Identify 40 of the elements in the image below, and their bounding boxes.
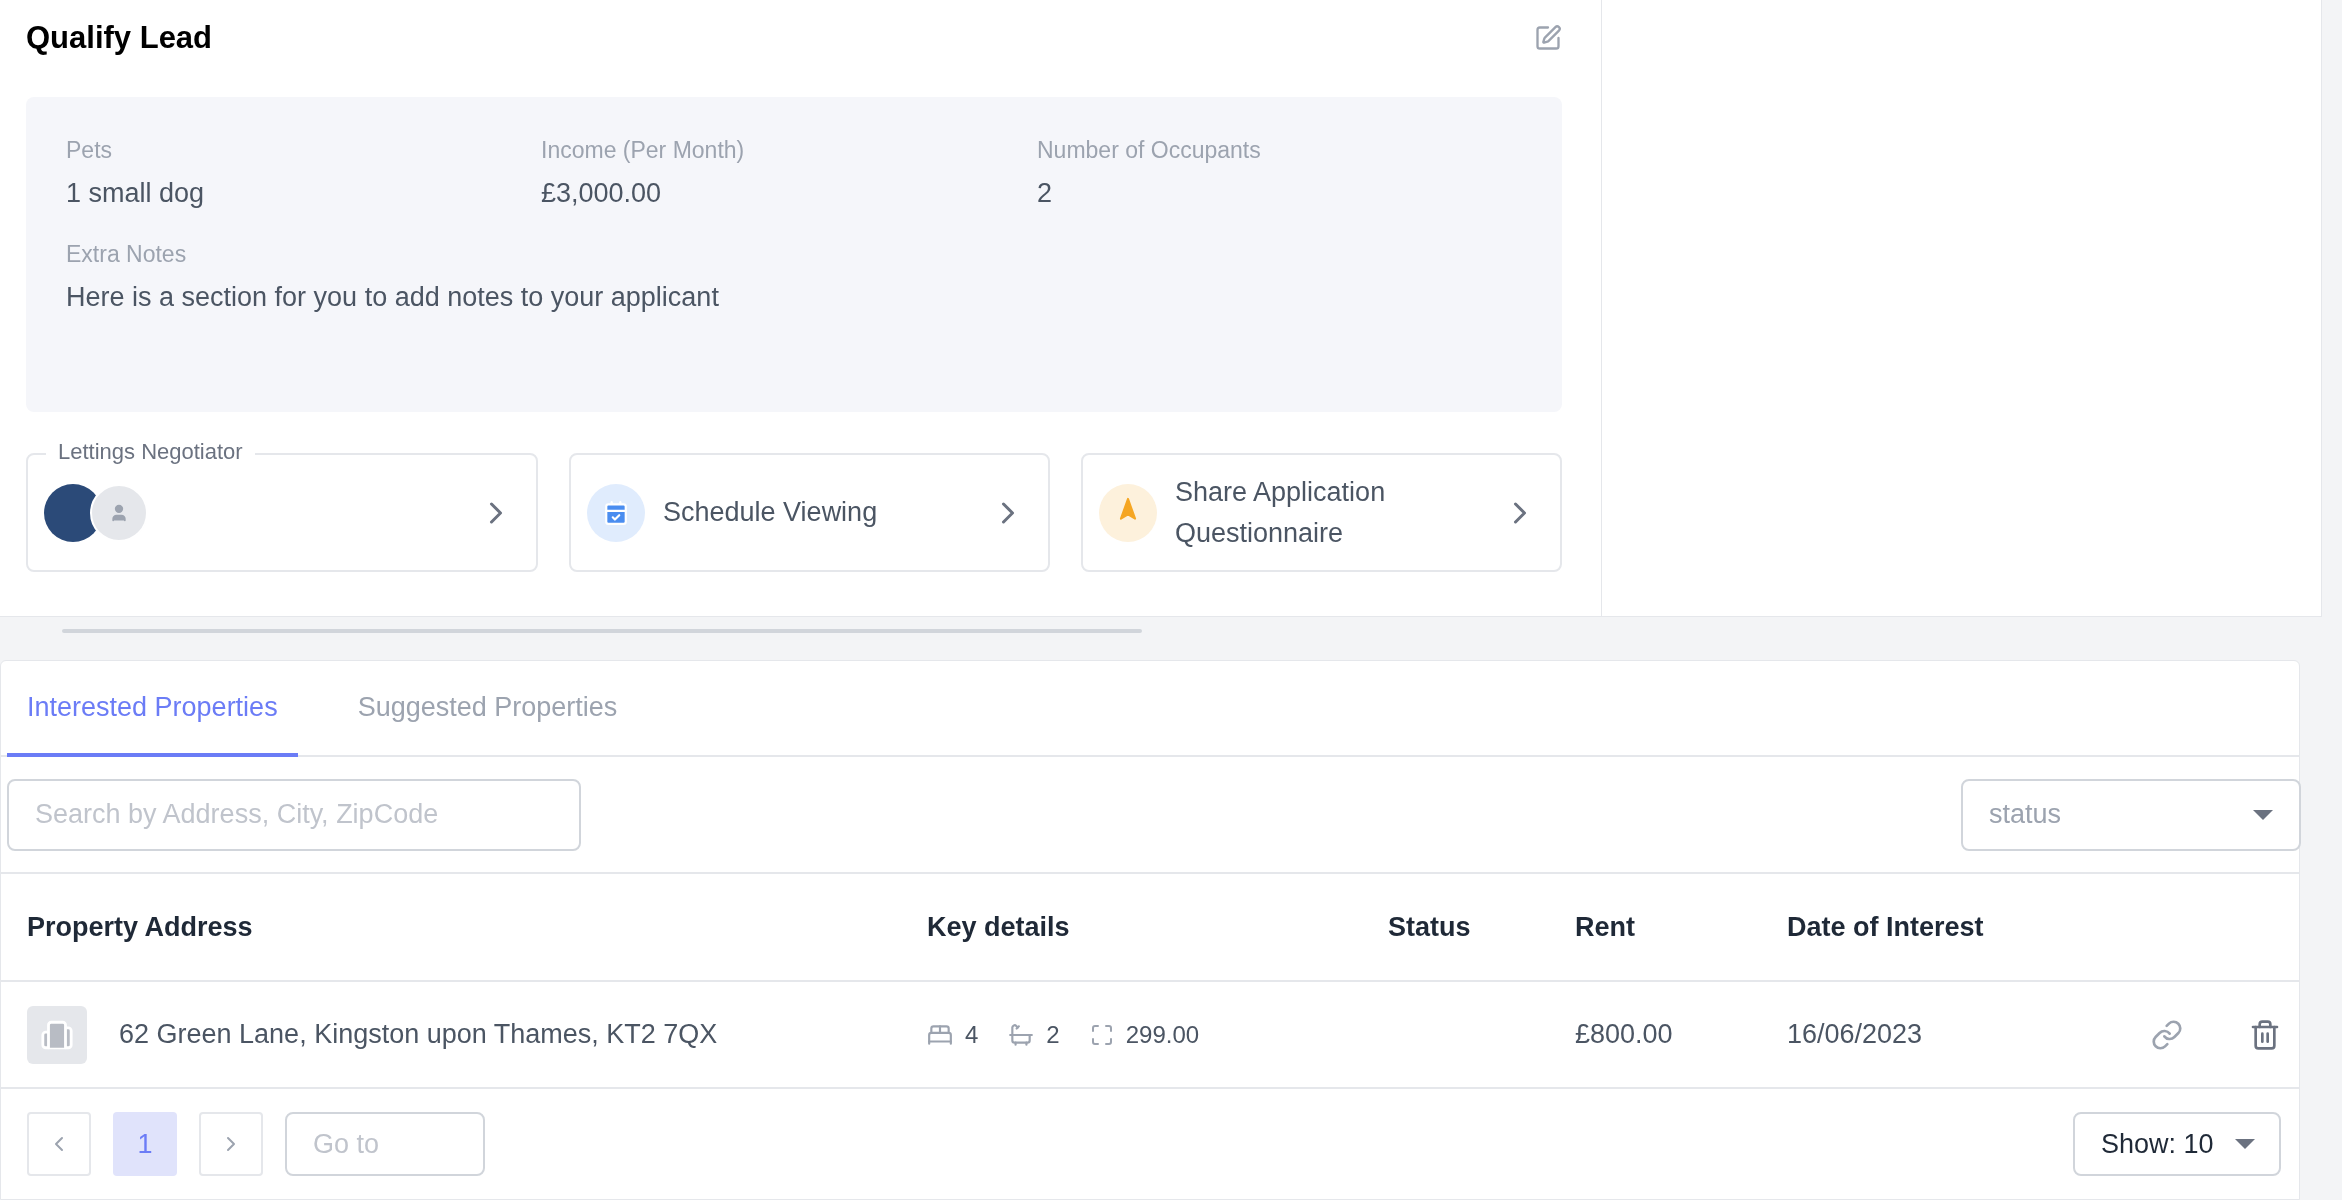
expand-icon — [1089, 1022, 1114, 1047]
table-cell: £800.00 — [1575, 1019, 1673, 1049]
table-cell: 16/06/2023 — [1787, 1019, 1923, 1049]
delete-icon[interactable] — [2249, 1018, 2281, 1051]
go-to-field[interactable]: Go to — [285, 1112, 485, 1176]
column-header: Key details — [927, 911, 1070, 942]
search-field[interactable]: Search by Address, City, ZipCode — [7, 778, 581, 851]
action-label: Share Application Questionnaire — [1175, 475, 1387, 550]
scrollbar[interactable] — [62, 629, 1142, 633]
table-cell: 62 Green Lane, Kingston upon Thames, KT2 7QX — [119, 1019, 718, 1050]
building-icon — [27, 1005, 87, 1064]
page-button[interactable]: 1 — [113, 1112, 177, 1176]
panel-title: Qualify Lead — [26, 20, 213, 56]
column-header: Property Address — [27, 911, 253, 942]
caret-icon — [2235, 1139, 2255, 1149]
link-icon[interactable] — [2151, 1018, 2183, 1051]
caret-icon — [2253, 809, 2273, 820]
action-card[interactable]: Schedule Viewing — [569, 453, 1050, 572]
field-label: Extra Notes — [66, 241, 188, 268]
page-size-select[interactable]: Show: 10 — [2073, 1112, 2281, 1176]
field-label: Income (Per Month) — [541, 137, 746, 164]
column-header: Date of Interest — [1787, 911, 1984, 942]
bath-icon — [1008, 1021, 1035, 1048]
table-cell: 4 — [965, 1020, 979, 1049]
action-label: Schedule Viewing — [663, 496, 879, 529]
notes-text: Here is a section for you to add notes to your applicant — [66, 282, 720, 313]
status-select[interactable]: status — [1961, 778, 2301, 851]
field-value: 2 — [1037, 178, 1054, 209]
tab[interactable]: Suggested Properties — [337, 661, 638, 757]
field-label: Pets — [66, 137, 114, 164]
field-value: 1 small dog — [66, 178, 206, 209]
table-cell: 2 — [1046, 1020, 1060, 1049]
tab[interactable]: Interested Properties — [7, 661, 298, 757]
field-label: Number of Occupants — [1037, 137, 1262, 164]
action-card[interactable]: Share Application Questionnaire — [1081, 453, 1562, 572]
column-header: Rent — [1575, 911, 1635, 942]
edit-icon[interactable] — [1534, 24, 1562, 52]
field-value: £3,000.00 — [541, 178, 663, 209]
table-cell: 299.00 — [1125, 1020, 1200, 1049]
column-header: Status — [1388, 911, 1471, 942]
